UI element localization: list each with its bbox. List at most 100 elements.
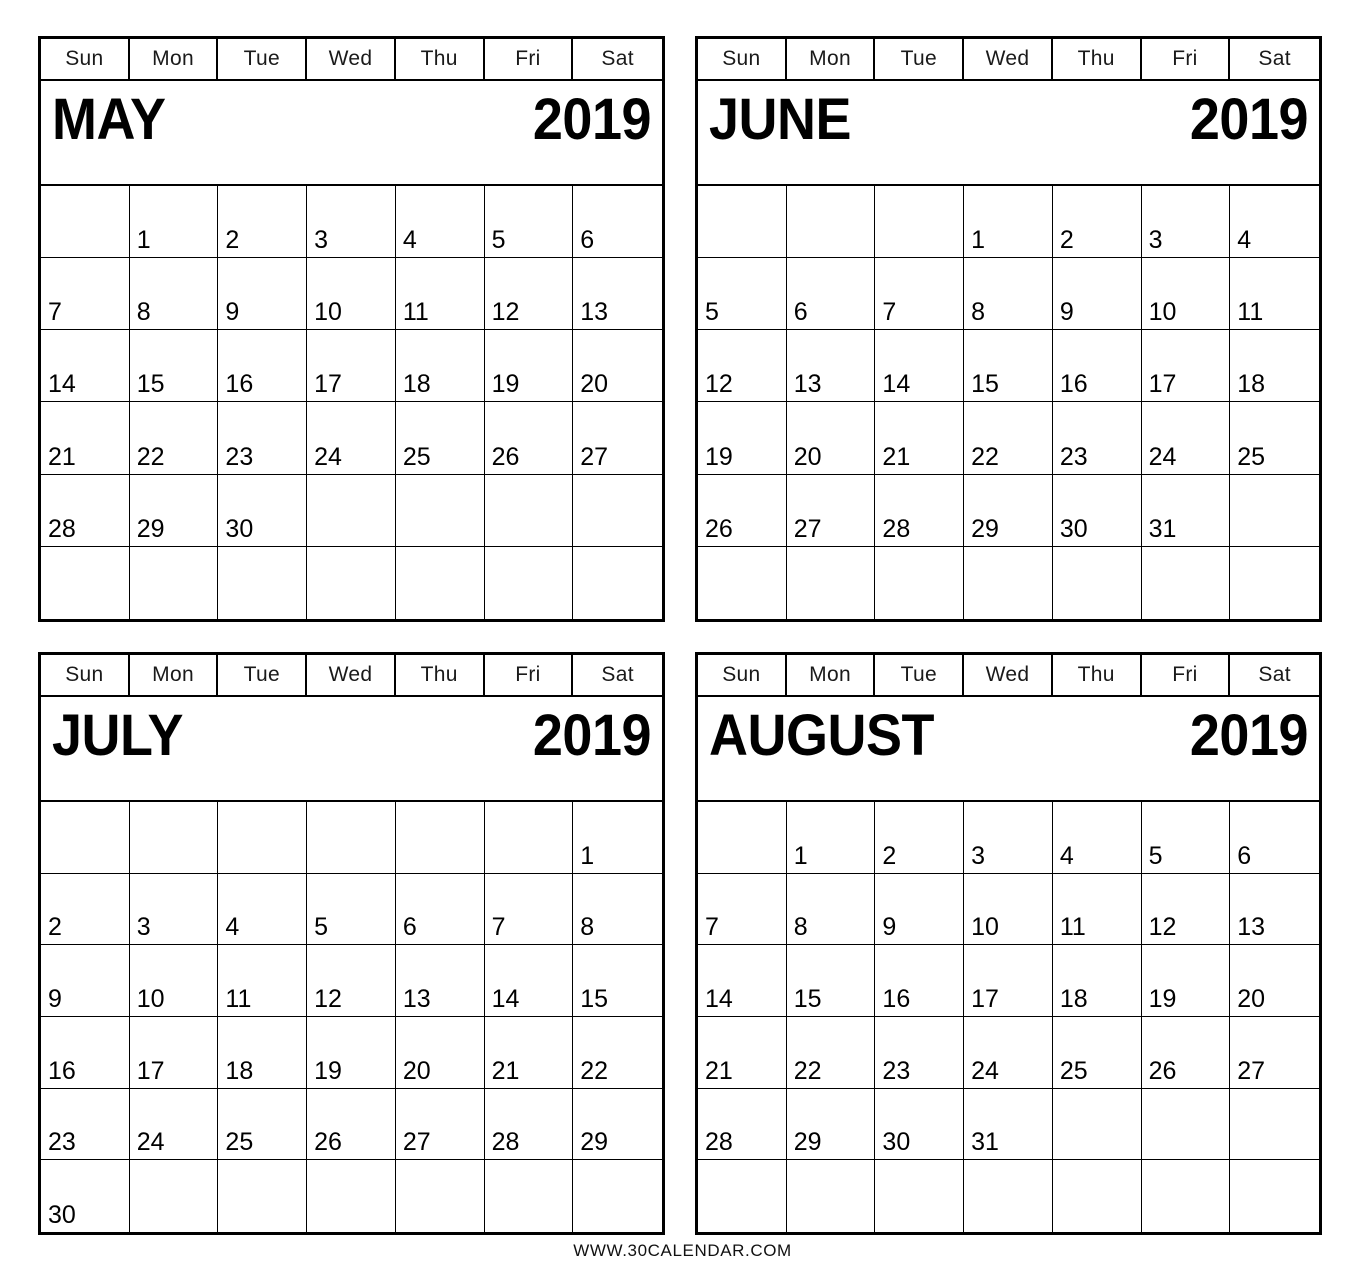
day-cell[interactable] — [395, 802, 485, 874]
day-cell[interactable]: 29 — [129, 474, 219, 547]
day-cell[interactable]: 19 — [1141, 945, 1231, 1017]
day-cell[interactable]: 17 — [129, 1016, 219, 1089]
day-cell[interactable]: 1 — [786, 802, 876, 874]
day-cell[interactable]: 5 — [698, 258, 787, 331]
day-cell[interactable] — [484, 802, 574, 874]
day-cell[interactable]: 29 — [786, 1088, 876, 1161]
day-cell[interactable] — [1052, 1088, 1142, 1161]
day-cell[interactable]: 22 — [786, 1016, 876, 1089]
day-cell[interactable] — [485, 1160, 574, 1232]
day-cell[interactable] — [875, 546, 965, 619]
day-cell[interactable]: 4 — [218, 873, 308, 946]
day-cell[interactable]: 19 — [307, 1016, 396, 1089]
day-cell[interactable] — [1141, 1088, 1231, 1161]
day-cell[interactable] — [787, 546, 876, 619]
day-cell[interactable]: 14 — [41, 330, 130, 403]
day-cell[interactable]: 1 — [573, 802, 662, 874]
day-cell[interactable]: 2 — [218, 186, 308, 259]
day-cell[interactable]: 5 — [1141, 802, 1231, 874]
day-cell[interactable]: 3 — [964, 802, 1053, 874]
day-cell[interactable]: 17 — [307, 330, 396, 403]
day-cell[interactable]: 18 — [395, 330, 485, 403]
day-cell[interactable] — [573, 547, 662, 619]
day-cell[interactable] — [129, 802, 219, 874]
day-cell[interactable] — [218, 546, 308, 619]
day-cell[interactable] — [218, 1160, 308, 1232]
day-cell[interactable] — [1142, 546, 1231, 619]
day-cell[interactable] — [698, 802, 787, 874]
day-cell[interactable] — [786, 186, 876, 259]
day-cell[interactable]: 28 — [41, 474, 130, 547]
day-cell[interactable]: 21 — [875, 402, 965, 475]
day-cell[interactable]: 25 — [1230, 402, 1319, 475]
day-cell[interactable]: 6 — [573, 186, 662, 259]
day-cell[interactable]: 11 — [218, 945, 308, 1017]
day-cell[interactable] — [1142, 1160, 1231, 1232]
day-cell[interactable] — [1230, 475, 1319, 547]
day-cell[interactable]: 21 — [484, 1016, 574, 1089]
day-cell[interactable]: 11 — [395, 258, 485, 331]
day-cell[interactable] — [307, 1160, 396, 1232]
day-cell[interactable] — [130, 546, 219, 619]
day-cell[interactable]: 15 — [573, 945, 662, 1017]
day-cell[interactable] — [307, 546, 396, 619]
day-cell[interactable]: 27 — [786, 474, 876, 547]
day-cell[interactable]: 27 — [1230, 1017, 1319, 1089]
day-cell[interactable]: 24 — [964, 1016, 1053, 1089]
day-cell[interactable]: 26 — [698, 474, 787, 547]
day-cell[interactable]: 30 — [875, 1088, 965, 1161]
day-cell[interactable]: 30 — [1052, 474, 1142, 547]
day-cell[interactable] — [573, 1160, 662, 1232]
day-cell[interactable]: 31 — [964, 1088, 1053, 1161]
day-cell[interactable] — [396, 546, 485, 619]
day-cell[interactable]: 21 — [698, 1016, 787, 1089]
day-cell[interactable]: 23 — [41, 1088, 130, 1161]
day-cell[interactable]: 16 — [41, 1016, 130, 1089]
day-cell[interactable]: 13 — [1230, 874, 1319, 946]
day-cell[interactable]: 12 — [698, 330, 787, 403]
day-cell[interactable]: 4 — [1052, 802, 1142, 874]
day-cell[interactable]: 10 — [964, 873, 1053, 946]
day-cell[interactable]: 21 — [41, 402, 130, 475]
day-cell[interactable]: 30 — [218, 474, 308, 547]
day-cell[interactable]: 18 — [1052, 945, 1142, 1017]
day-cell[interactable]: 12 — [484, 258, 574, 331]
day-cell[interactable]: 20 — [395, 1016, 485, 1089]
day-cell[interactable]: 9 — [41, 945, 130, 1017]
day-cell[interactable]: 13 — [786, 330, 876, 403]
day-cell[interactable]: 26 — [484, 402, 574, 475]
day-cell[interactable]: 18 — [1230, 330, 1319, 403]
day-cell[interactable]: 15 — [786, 945, 876, 1017]
day-cell[interactable]: 7 — [698, 873, 787, 946]
day-cell[interactable]: 11 — [1230, 258, 1319, 331]
day-cell[interactable] — [698, 186, 787, 259]
day-cell[interactable]: 26 — [307, 1088, 396, 1161]
day-cell[interactable]: 25 — [395, 402, 485, 475]
day-cell[interactable]: 7 — [875, 258, 965, 331]
day-cell[interactable]: 24 — [1141, 402, 1231, 475]
day-cell[interactable]: 24 — [129, 1088, 219, 1161]
day-cell[interactable]: 8 — [129, 258, 219, 331]
day-cell[interactable]: 28 — [698, 1088, 787, 1161]
day-cell[interactable] — [41, 546, 130, 619]
day-cell[interactable]: 20 — [573, 330, 662, 403]
day-cell[interactable] — [41, 186, 130, 259]
day-cell[interactable]: 25 — [218, 1088, 308, 1161]
day-cell[interactable] — [698, 546, 787, 619]
day-cell[interactable]: 31 — [1141, 474, 1231, 547]
day-cell[interactable] — [395, 474, 485, 547]
day-cell[interactable]: 9 — [1052, 258, 1142, 331]
day-cell[interactable]: 22 — [573, 1017, 662, 1089]
day-cell[interactable]: 3 — [1141, 186, 1231, 259]
day-cell[interactable] — [573, 475, 662, 547]
day-cell[interactable] — [485, 546, 574, 619]
day-cell[interactable]: 8 — [573, 874, 662, 946]
day-cell[interactable]: 2 — [1052, 186, 1142, 259]
day-cell[interactable]: 1 — [964, 186, 1053, 259]
day-cell[interactable]: 9 — [218, 258, 308, 331]
day-cell[interactable]: 11 — [1052, 873, 1142, 946]
day-cell[interactable]: 4 — [395, 186, 485, 259]
day-cell[interactable] — [130, 1160, 219, 1232]
day-cell[interactable]: 14 — [484, 945, 574, 1017]
day-cell[interactable]: 14 — [875, 330, 965, 403]
